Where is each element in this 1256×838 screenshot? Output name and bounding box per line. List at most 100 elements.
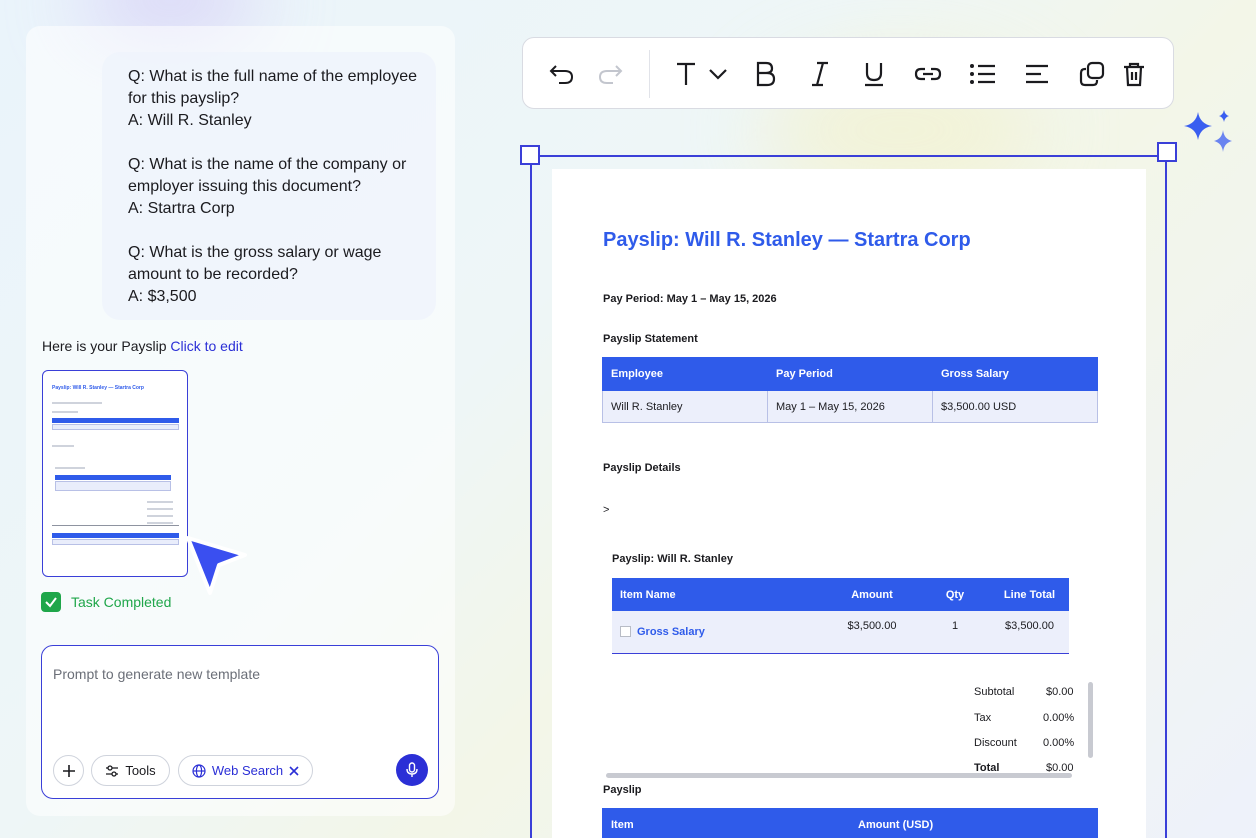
table-row: Gross Salary $3,500.00 1 $3,500.00 <box>612 611 1069 654</box>
item-qty[interactable]: 1 <box>920 611 990 654</box>
bullet-list-icon[interactable] <box>969 60 997 88</box>
add-button[interactable] <box>53 755 84 786</box>
table-cell[interactable]: $3,500.00 USD <box>932 390 1098 423</box>
underline-icon[interactable] <box>860 60 888 88</box>
thumb-table-header <box>52 418 179 423</box>
table-cell[interactable]: May 1 – May 15, 2026 <box>767 390 933 423</box>
summary-value[interactable]: 0.00% <box>1043 712 1074 724</box>
summary-label: Tax <box>974 712 992 724</box>
thumb-table-row <box>52 424 179 430</box>
tools-label: Tools <box>125 763 156 778</box>
thumb-line <box>52 411 78 413</box>
thumb-line <box>147 515 173 517</box>
plus-icon <box>62 764 75 777</box>
horizontal-scrollbar[interactable] <box>606 773 1072 778</box>
table-cell[interactable]: Will R. Stanley <box>602 390 768 423</box>
duplicate-icon[interactable] <box>1078 60 1106 88</box>
payslip-intro: Here is your Payslip Click to edit <box>42 338 243 354</box>
link-icon[interactable] <box>914 60 942 88</box>
table-header-cell: Amount <box>824 578 920 611</box>
table-header-cell: Qty <box>920 578 990 611</box>
task-status-label: Task Completed <box>71 594 172 610</box>
qa-question: Q: What is the gross salary or wage amou… <box>128 244 382 283</box>
thumb-line <box>147 522 173 524</box>
statement-table: Employee Pay Period Gross Salary Will R.… <box>602 357 1098 423</box>
resize-handle-top-right[interactable] <box>1157 142 1177 162</box>
thumb-line <box>55 467 85 469</box>
thumb-line <box>147 501 173 503</box>
bold-icon[interactable] <box>751 60 779 88</box>
qa-answer: A: Will R. Stanley <box>128 112 252 129</box>
table-header-cell: Item <box>602 808 850 838</box>
row-checkbox[interactable] <box>620 626 631 638</box>
document-title[interactable]: Payslip: Will R. Stanley — Startra Corp <box>603 229 971 252</box>
vertical-scrollbar[interactable] <box>1088 682 1093 758</box>
thumbnail-title: Payslip: Will R. Stanley — Startra Corp <box>52 385 144 391</box>
text-type-icon[interactable] <box>672 60 700 88</box>
intro-text: Here is your Payslip <box>42 338 167 354</box>
item-name[interactable]: Gross Salary <box>637 626 705 638</box>
summary-label: Subtotal <box>974 686 1015 698</box>
thumb-line <box>147 508 173 510</box>
items-table: Item Name Amount Qty Line Total Gross Sa… <box>612 578 1069 654</box>
align-icon[interactable] <box>1023 60 1051 88</box>
details-marker: > <box>603 504 610 516</box>
statement-heading[interactable]: Payslip Statement <box>603 333 698 345</box>
payslip-heading[interactable]: Payslip <box>603 784 642 796</box>
table-header-cell: Item Name <box>612 578 824 611</box>
web-search-label: Web Search <box>211 763 284 778</box>
table-header-row: Employee Pay Period Gross Salary <box>602 357 1098 391</box>
checkmark-icon <box>41 592 61 612</box>
globe-icon <box>192 763 206 778</box>
task-status: Task Completed <box>41 592 171 612</box>
pointer-cursor-icon <box>186 536 247 595</box>
table-cell: Gross Salary <box>612 611 824 654</box>
item-line-total[interactable]: $3,500.00 <box>990 611 1069 654</box>
qa-answer: A: Startra Corp <box>128 200 235 217</box>
summary-label: Discount <box>974 737 1017 749</box>
click-to-edit-link[interactable]: Click to edit <box>170 338 242 354</box>
items-heading[interactable]: Payslip: Will R. Stanley <box>612 553 733 565</box>
tools-button[interactable]: Tools <box>91 755 170 786</box>
resize-handle-top-left[interactable] <box>520 145 540 165</box>
undo-icon[interactable] <box>548 60 576 88</box>
thumb-line <box>52 445 74 447</box>
table-header-cell: Gross Salary <box>932 357 1098 391</box>
redo-icon[interactable] <box>596 60 624 88</box>
table-header-cell: Line Total <box>990 578 1069 611</box>
table-header-cell: Employee <box>602 357 768 391</box>
italic-icon[interactable] <box>806 60 834 88</box>
summary-clip: Total $0.00 <box>960 762 1090 772</box>
summary-value[interactable]: $0.00 <box>1046 686 1074 698</box>
thumb-table-row <box>52 539 179 545</box>
details-heading[interactable]: Payslip Details <box>603 462 681 474</box>
summary-label: Total <box>974 762 1000 772</box>
thumb-line <box>52 402 102 404</box>
qa-message-bubble: Q: What is the full name of the employee… <box>102 52 436 320</box>
thumb-table-header <box>55 475 171 480</box>
table-header-row: Item Name Amount Qty Line Total <box>612 578 1069 611</box>
pay-period-text[interactable]: Pay Period: May 1 – May 15, 2026 <box>603 293 777 305</box>
qa-item: Q: What is the full name of the employee… <box>128 66 418 132</box>
trash-icon[interactable] <box>1120 60 1148 88</box>
thumb-table-row <box>55 481 171 491</box>
payslip-thumbnail[interactable]: Payslip: Will R. Stanley — Startra Corp <box>42 370 188 577</box>
prompt-placeholder[interactable]: Prompt to generate new template <box>53 666 260 682</box>
microphone-button[interactable] <box>396 754 428 786</box>
format-toolbar <box>522 37 1174 109</box>
qa-question: Q: What is the name of the company or em… <box>128 156 407 195</box>
web-search-chip[interactable]: Web Search <box>178 755 313 786</box>
item-amount[interactable]: $3,500.00 <box>824 611 920 654</box>
summary-value[interactable]: $0.00 <box>1046 762 1074 772</box>
prompt-input-box[interactable]: Prompt to generate new template Tools We… <box>41 645 439 799</box>
chevron-down-icon[interactable] <box>704 60 732 88</box>
summary-value[interactable]: 0.00% <box>1043 737 1074 749</box>
thumb-table-header <box>52 533 179 538</box>
microphone-icon <box>406 762 418 777</box>
qa-item: Q: What is the name of the company or em… <box>128 154 418 220</box>
table-header-cell: Amount (USD) <box>849 808 1098 838</box>
thumb-line <box>52 525 179 526</box>
sliders-icon <box>106 764 119 777</box>
table-header-cell: Pay Period <box>767 357 933 391</box>
close-icon[interactable] <box>289 765 299 776</box>
